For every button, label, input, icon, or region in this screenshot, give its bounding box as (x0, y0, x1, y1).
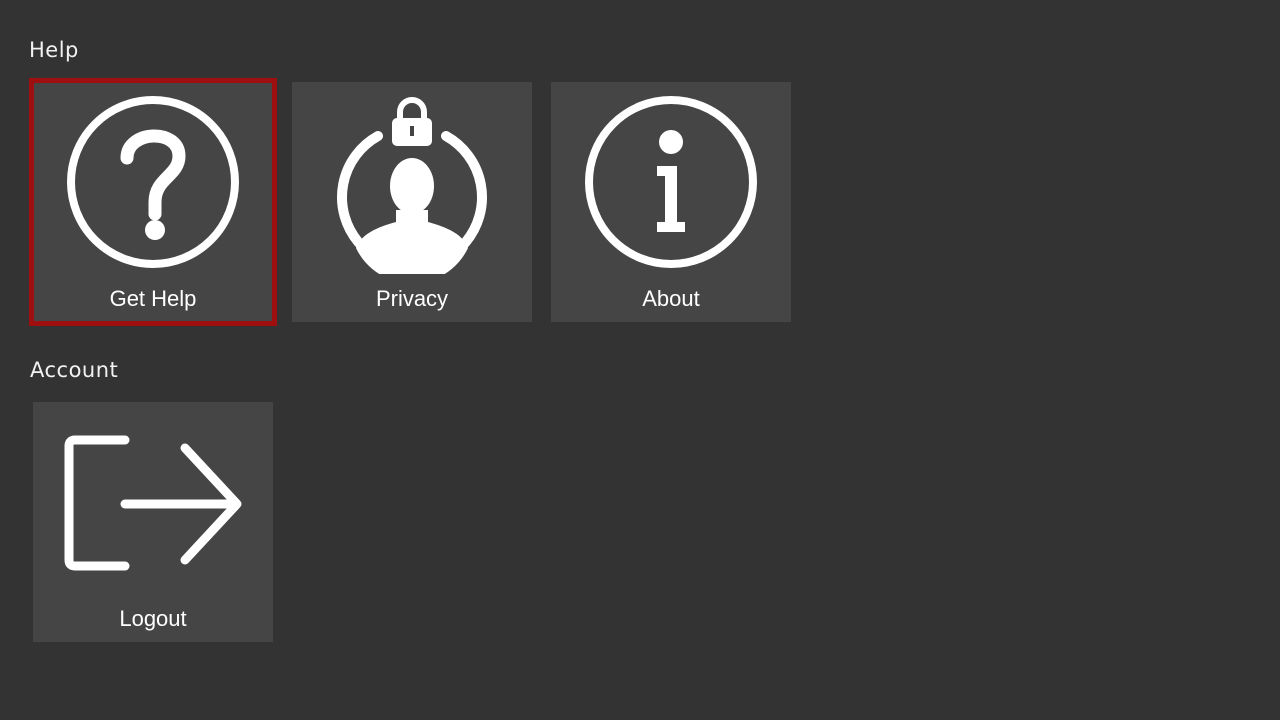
tile-logout[interactable]: Logout (33, 402, 273, 642)
tile-label: Get Help (109, 286, 197, 311)
info-circle-icon (581, 90, 761, 274)
section-title-help: Help (29, 38, 79, 62)
tile-get-help[interactable]: Get Help (29, 78, 277, 326)
logout-arrow-icon (63, 410, 243, 594)
tile-label: Privacy (375, 286, 449, 311)
tile-label: Logout (119, 606, 187, 631)
privacy-user-lock-icon (322, 90, 502, 274)
question-circle-icon (63, 90, 243, 274)
tile-about[interactable]: About (551, 82, 791, 322)
tile-label: About (642, 286, 700, 311)
tile-privacy[interactable]: Privacy (292, 82, 532, 322)
section-title-account: Account (30, 358, 119, 382)
settings-page: Help Get Help Privacy About Account Logo… (0, 0, 1280, 720)
